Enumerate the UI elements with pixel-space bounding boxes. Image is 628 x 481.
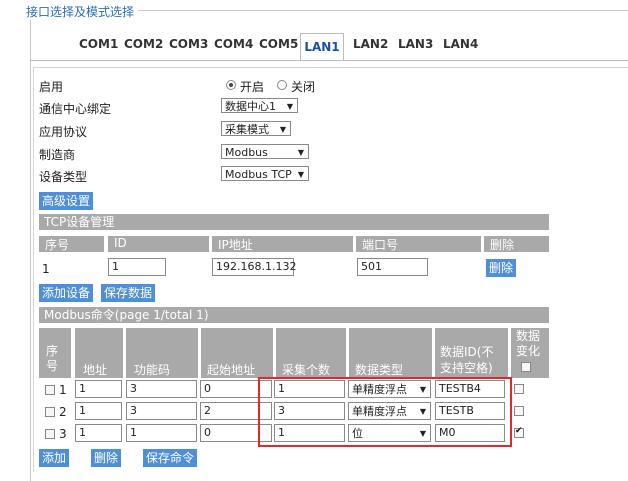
row-1-addr-input[interactable]: 1	[75, 380, 122, 398]
row-3-change-checkbox[interactable]	[514, 426, 524, 438]
tcp-col-id: ID	[108, 236, 209, 252]
tab-lan4[interactable]: LAN4	[443, 37, 478, 51]
enable-on-label: 开启	[240, 80, 265, 94]
dropdown-arrow-icon: ▼	[297, 148, 304, 157]
protocol-select-value: 采集模式	[225, 123, 269, 136]
device-type-label: 设备类型	[39, 170, 88, 184]
modbus-col-func: 功能码	[126, 328, 198, 378]
protocol-label: 应用协议	[39, 125, 88, 139]
tcp-delete-button[interactable]: 删除	[486, 259, 517, 277]
enable-on-radio[interactable]	[226, 80, 236, 90]
dropdown-arrow-icon: ▼	[286, 102, 293, 111]
tab-com1[interactable]: COM1	[79, 37, 118, 51]
vendor-label: 制造商	[39, 148, 76, 162]
channel-label: 通信中心绑定	[39, 102, 112, 116]
row-3-addr-input[interactable]: 1	[75, 424, 122, 442]
add-command-button[interactable]: 添加	[39, 449, 70, 467]
section-title: 接口选择及模式选择	[22, 3, 139, 20]
tcp-col-port: 端口号	[356, 236, 481, 252]
row-2-seq: 2	[59, 405, 67, 419]
advanced-settings-button[interactable]: 高级设置	[39, 192, 94, 210]
modbus-section-header: Modbus命令(page 1/total 1)	[39, 307, 549, 323]
tab-com4[interactable]: COM4	[214, 37, 253, 51]
tab-lan1[interactable]: LAN1	[300, 33, 344, 60]
vendor-select[interactable]: Modbus ▼	[221, 144, 309, 159]
dropdown-arrow-icon: ▼	[279, 125, 286, 134]
row-2-func-input[interactable]: 3	[126, 402, 197, 420]
tab-lan2[interactable]: LAN2	[353, 37, 388, 51]
protocol-select[interactable]: 采集模式 ▼	[221, 121, 291, 136]
tcp-id-input[interactable]: 1	[108, 258, 166, 276]
modbus-col-change: 数据变化	[511, 328, 549, 378]
modbus-col-count: 采集个数	[276, 328, 346, 378]
row-1-change-checkbox[interactable]	[514, 384, 524, 394]
tab-com5[interactable]: COM5	[259, 37, 298, 51]
modbus-col-seq-label: 序号	[46, 344, 59, 373]
channel-select-value: 数据中心1	[225, 100, 276, 113]
row-2-addr-input[interactable]: 1	[75, 402, 122, 420]
modbus-col-seq: 序号	[39, 328, 71, 378]
enable-label: 启用	[39, 80, 64, 94]
row-1-checkbox[interactable]	[45, 385, 55, 395]
modbus-col-dataid: 数据ID(不支持空格)	[435, 328, 508, 378]
tab-com2[interactable]: COM2	[124, 37, 163, 51]
change-all-checkbox[interactable]	[521, 362, 531, 372]
tcp-ip-input[interactable]: 192.168.1.132	[212, 258, 296, 276]
device-type-select[interactable]: Modbus TCP ▼	[221, 166, 309, 181]
modbus-col-start: 起始地址	[201, 328, 273, 378]
tcp-col-delete: 删除	[484, 236, 549, 252]
row-1-seq: 1	[59, 383, 67, 397]
row-2-checkbox[interactable]	[45, 407, 55, 417]
enable-off-radio[interactable]	[277, 80, 287, 90]
save-data-button[interactable]: 保存数据	[101, 284, 156, 302]
dropdown-arrow-icon: ▼	[297, 170, 304, 179]
tcp-section-header: TCP设备管理	[39, 214, 549, 230]
enable-off-label: 关闭	[291, 80, 316, 94]
row-3-seq: 3	[59, 427, 67, 441]
tab-lan3[interactable]: LAN3	[398, 37, 433, 51]
row-3-func-input[interactable]: 1	[126, 424, 197, 442]
tcp-row-index: 1	[42, 262, 50, 276]
tcp-col-ip: IP地址	[212, 236, 353, 252]
modbus-col-dtype: 数据类型	[349, 328, 432, 378]
modbus-col-addr: 地址	[75, 328, 123, 378]
tab-com3[interactable]: COM3	[169, 37, 208, 51]
modbus-col-change-label: 数据变化	[516, 329, 541, 358]
delete-command-button[interactable]: 删除	[91, 449, 122, 467]
tcp-col-index: 序号	[39, 236, 104, 252]
row-2-change-checkbox[interactable]	[514, 406, 524, 416]
channel-select[interactable]: 数据中心1 ▼	[221, 98, 298, 113]
vendor-select-value: Modbus	[225, 146, 268, 159]
add-device-button[interactable]: 添加设备	[39, 284, 94, 302]
highlight-box	[258, 377, 512, 447]
save-command-button[interactable]: 保存命令	[143, 449, 198, 467]
row-1-func-input[interactable]: 3	[126, 380, 197, 398]
device-type-select-value: Modbus TCP	[225, 168, 292, 181]
row-3-checkbox[interactable]	[45, 429, 55, 439]
tcp-port-input[interactable]: 501	[357, 258, 428, 276]
tab-divider	[30, 60, 628, 61]
